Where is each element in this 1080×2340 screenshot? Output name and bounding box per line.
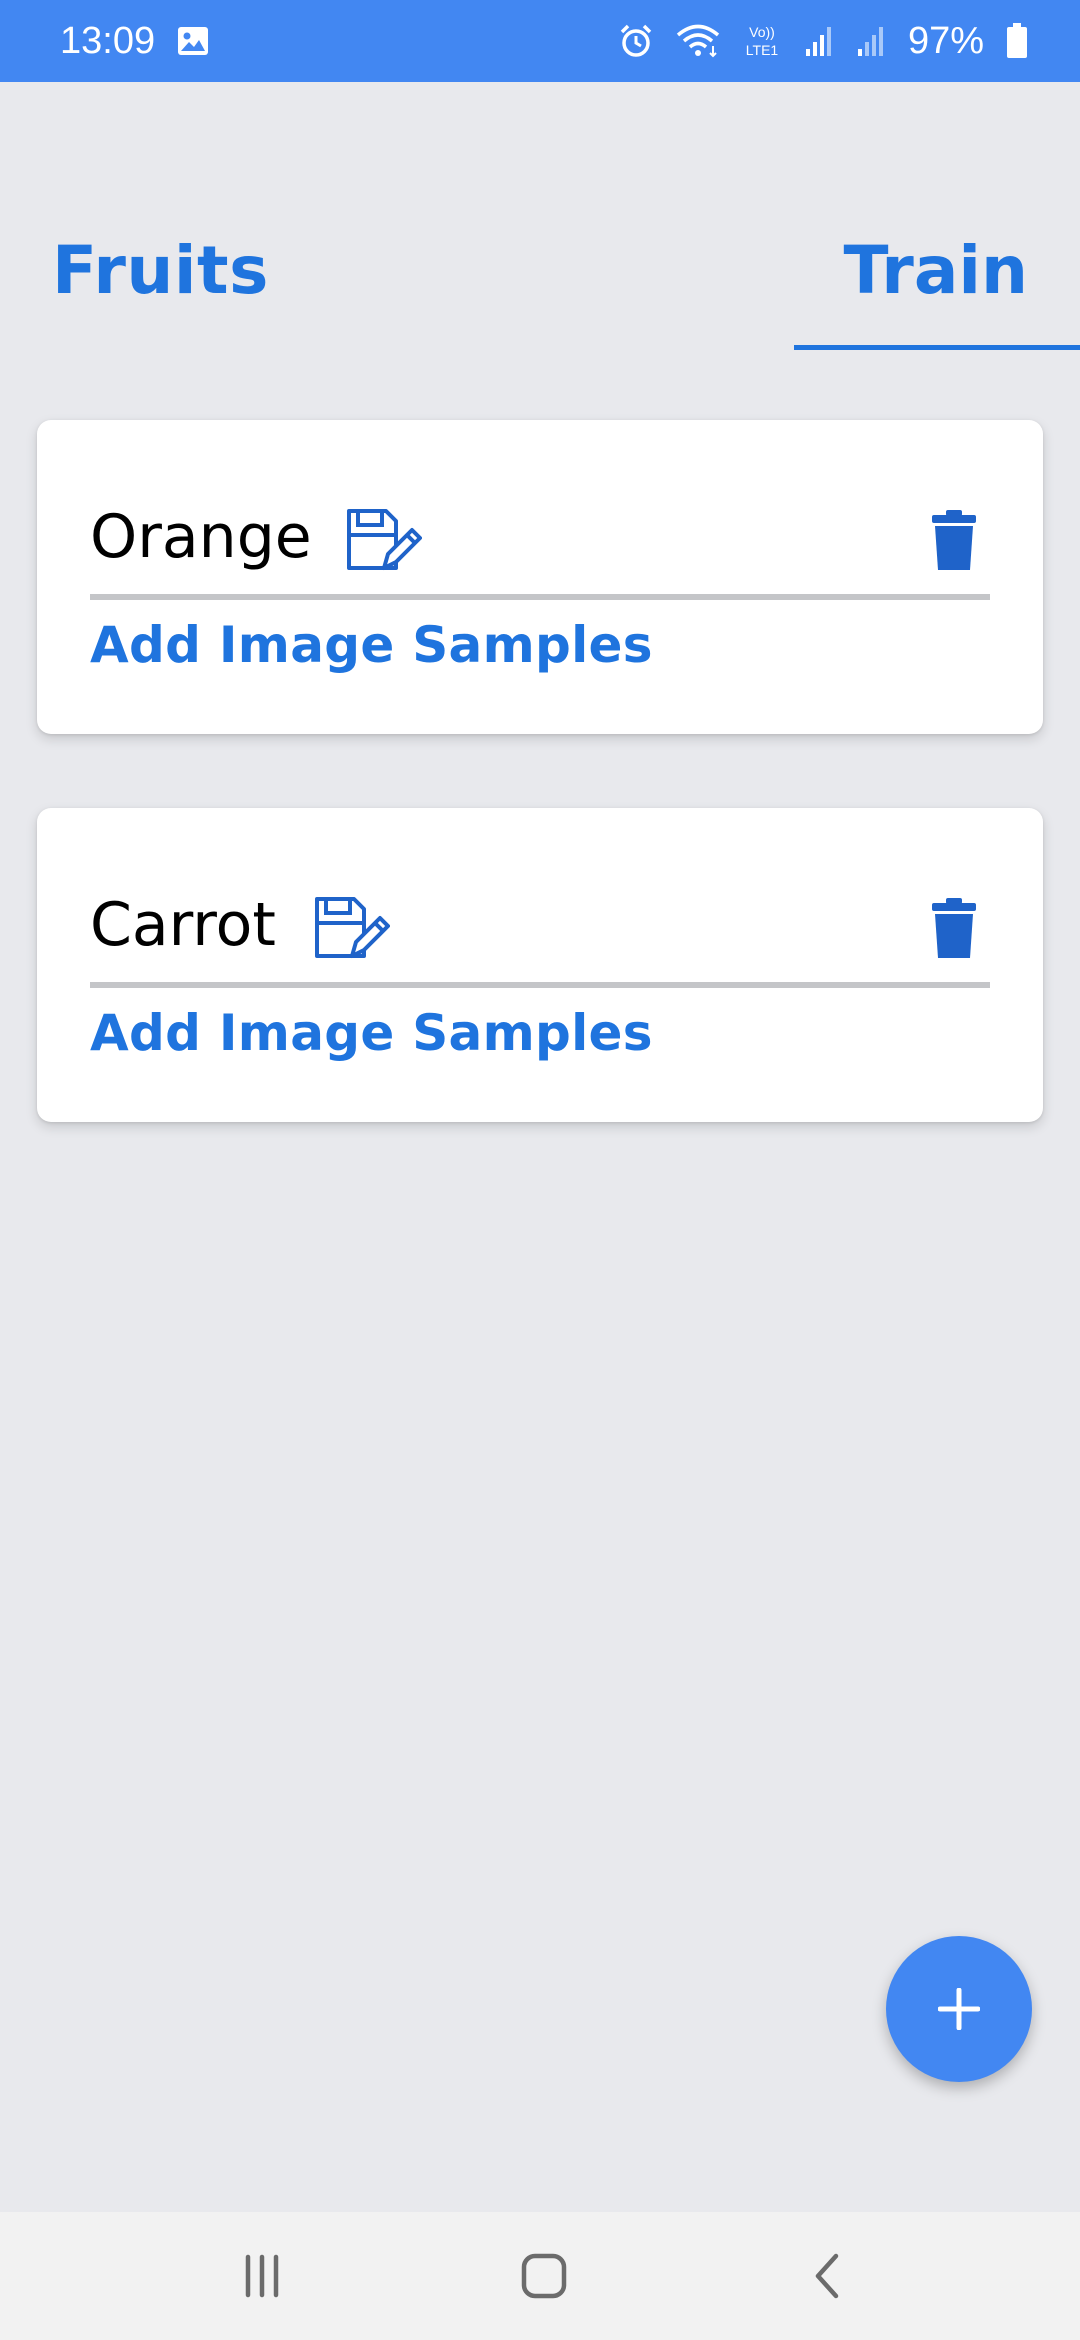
wifi-icon xyxy=(676,24,720,58)
class-name-field[interactable]: Carrot xyxy=(90,868,276,982)
gallery-icon xyxy=(177,26,209,56)
signal-icon xyxy=(804,25,834,57)
class-card: Orange Add Image Samples xyxy=(37,420,1043,734)
status-left: 13:09 xyxy=(60,20,209,63)
class-name-row: Orange xyxy=(90,480,990,600)
home-icon xyxy=(521,2253,567,2299)
page-title: Fruits xyxy=(52,232,269,309)
edit-icon[interactable] xyxy=(314,896,390,966)
volte-icon: Vo)) LTE1 xyxy=(742,23,782,59)
class-name-field[interactable]: Orange xyxy=(90,480,312,594)
delete-icon[interactable] xyxy=(932,898,976,964)
status-bar: 13:09 Vo)) LTE1 97% xyxy=(0,0,1080,82)
svg-text:LTE1: LTE1 xyxy=(746,42,779,58)
alarm-icon xyxy=(618,23,654,59)
back-icon xyxy=(815,2253,839,2299)
add-image-samples-link[interactable]: Add Image Samples xyxy=(90,1004,653,1062)
battery-icon xyxy=(1006,23,1028,59)
class-name-row: Carrot xyxy=(90,868,990,988)
status-right: Vo)) LTE1 97% xyxy=(618,20,1028,63)
plus-icon xyxy=(938,1988,980,2030)
recents-button[interactable] xyxy=(232,2248,292,2304)
add-class-button[interactable] xyxy=(886,1936,1032,2082)
recents-icon xyxy=(245,2254,279,2298)
home-button[interactable] xyxy=(516,2248,572,2304)
header: Fruits Train xyxy=(0,82,1080,352)
signal-icon xyxy=(856,25,886,57)
status-time: 13:09 xyxy=(60,19,156,62)
tab-train[interactable]: Train xyxy=(794,232,1080,350)
back-button[interactable] xyxy=(800,2248,856,2304)
battery-percent: 97% xyxy=(907,19,984,62)
add-image-samples-link[interactable]: Add Image Samples xyxy=(90,616,653,674)
class-card: Carrot Add Image Samples xyxy=(37,808,1043,1122)
system-nav-bar xyxy=(0,2212,1080,2340)
edit-icon[interactable] xyxy=(346,508,422,578)
delete-icon[interactable] xyxy=(932,510,976,576)
tab-train-label: Train xyxy=(843,232,1028,309)
svg-text:Vo)): Vo)) xyxy=(749,24,775,40)
